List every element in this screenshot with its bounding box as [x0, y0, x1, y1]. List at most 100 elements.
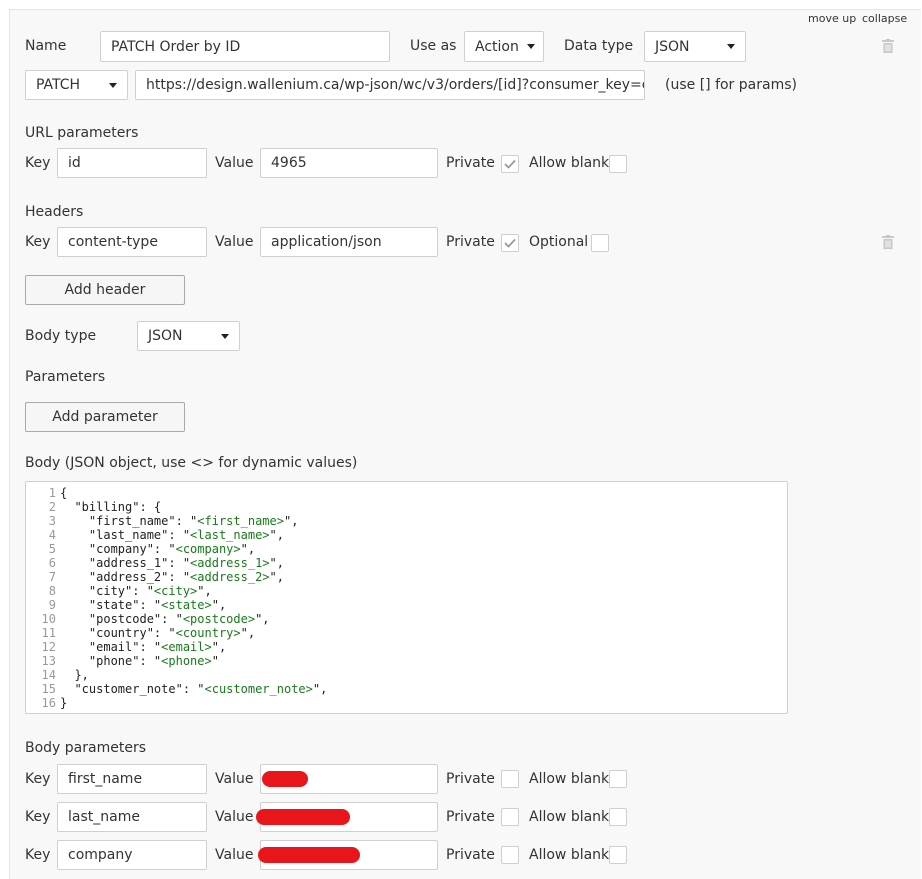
body-type-dropdown[interactable]: JSON: [137, 321, 240, 351]
url-param-key-input[interactable]: id: [57, 148, 207, 178]
body-param-private-checkbox[interactable]: [501, 846, 519, 864]
collapse-link[interactable]: collapse: [862, 12, 907, 25]
body-param-allow-blank-label: Allow blank: [529, 771, 610, 787]
body-param-private-label: Private: [446, 771, 495, 787]
body-param-value-label: Value: [215, 847, 254, 863]
line-number: 16: [41, 696, 56, 710]
body-param-private-checkbox[interactable]: [501, 808, 519, 826]
line-number: 8: [48, 584, 56, 598]
code-line: "email": "<email>",: [60, 640, 227, 654]
url-param-value-input[interactable]: 4965: [260, 148, 438, 178]
redacted-value: [256, 809, 350, 825]
chevron-down-icon: [221, 333, 229, 339]
body-param-allow-blank-checkbox[interactable]: [609, 808, 627, 826]
header-private-checkbox[interactable]: [501, 234, 519, 252]
body-param-key-input[interactable]: first_name: [57, 764, 207, 794]
code-line: {: [60, 486, 68, 500]
url-param-value-label: Value: [215, 155, 254, 171]
checkmark-icon: [504, 159, 516, 169]
body-param-key-label: Key: [25, 809, 51, 825]
header-value-label: Value: [215, 234, 254, 250]
body-type-value: JSON: [148, 328, 183, 344]
body-param-allow-blank-label: Allow blank: [529, 809, 610, 825]
use-as-dropdown[interactable]: Action: [464, 31, 544, 62]
body-param-value-label: Value: [215, 809, 254, 825]
line-number: 6: [48, 556, 56, 570]
code-line: "company": "<company>",: [60, 542, 256, 556]
line-number: 11: [41, 626, 56, 640]
redacted-value: [262, 771, 308, 787]
code-line: "city": "<city>",: [60, 584, 212, 598]
headers-title: Headers: [25, 204, 84, 220]
header-key-label: Key: [25, 234, 51, 250]
line-number: 13: [41, 654, 56, 668]
body-param-allow-blank-label: Allow blank: [529, 847, 610, 863]
body-code-editor[interactable]: 1 2 3 4 5 6 7 8 9 10 11 12 13 14 15 16 { "billing": { "…: [25, 481, 788, 714]
body-param-allow-blank-checkbox[interactable]: [609, 770, 627, 788]
code-line: "state": "<state>",: [60, 598, 227, 612]
name-label: Name: [25, 38, 67, 54]
add-parameter-button[interactable]: Add parameter: [25, 402, 185, 432]
header-value-input[interactable]: application/json: [260, 227, 438, 257]
move-up-link[interactable]: move up: [808, 12, 856, 25]
line-number: 12: [41, 640, 56, 654]
url-param-allow-blank-label: Allow blank: [529, 155, 610, 171]
use-as-label: Use as: [410, 38, 457, 54]
body-param-private-checkbox[interactable]: [501, 770, 519, 788]
chevron-down-icon: [109, 82, 117, 88]
line-number: 9: [48, 598, 56, 612]
code-line: "last_name": "<last_name>",: [60, 528, 284, 542]
url-param-allow-blank-checkbox[interactable]: [609, 155, 627, 173]
body-param-allow-blank-checkbox[interactable]: [609, 846, 627, 864]
header-optional-label: Optional: [529, 234, 589, 250]
code-lines[interactable]: { "billing": { "first_name": "<first_nam…: [60, 482, 327, 710]
url-parameters-title: URL parameters: [25, 125, 139, 141]
body-type-label: Body type: [25, 328, 97, 344]
body-param-key-label: Key: [25, 771, 51, 787]
code-line: "first_name": "<first_name>",: [60, 514, 299, 528]
line-number: 15: [41, 682, 56, 696]
body-param-key-input[interactable]: last_name: [57, 802, 207, 832]
use-as-value: Action: [475, 38, 519, 55]
url-input[interactable]: https://design.wallenium.ca/wp-json/wc/v…: [135, 70, 645, 100]
body-param-key-label: Key: [25, 847, 51, 863]
body-parameters-title: Body parameters: [25, 740, 146, 756]
header-optional-checkbox[interactable]: [591, 234, 609, 252]
url-param-private-checkbox[interactable]: [501, 155, 519, 173]
code-line: "postcode": "<postcode>",: [60, 612, 270, 626]
line-number: 2: [48, 500, 56, 514]
parameters-title: Parameters: [25, 369, 106, 385]
line-number: 1: [48, 486, 56, 500]
line-number: 10: [41, 612, 56, 626]
name-input[interactable]: PATCH Order by ID: [100, 31, 390, 62]
url-param-private-label: Private: [446, 155, 495, 171]
code-line: },: [60, 668, 89, 682]
code-line: "country": "<country>",: [60, 626, 256, 640]
body-param-private-label: Private: [446, 809, 495, 825]
code-line: "billing": {: [60, 500, 162, 514]
data-type-dropdown[interactable]: JSON: [644, 31, 746, 62]
line-number: 14: [41, 668, 56, 682]
line-number: 5: [48, 542, 56, 556]
line-number-gutter: 1 2 3 4 5 6 7 8 9 10 11 12 13 14 15 16: [26, 482, 56, 710]
line-number: 7: [48, 570, 56, 584]
add-header-button[interactable]: Add header: [25, 275, 185, 305]
trash-icon[interactable]: [882, 235, 894, 249]
url-hint: (use [] for params): [665, 77, 797, 93]
method-value: PATCH: [36, 77, 81, 93]
checkmark-icon: [504, 238, 516, 248]
chevron-down-icon: [727, 44, 735, 49]
line-number: 3: [48, 514, 56, 528]
url-param-key-label: Key: [25, 155, 51, 171]
body-param-private-label: Private: [446, 847, 495, 863]
code-line: "address_2": "<address_2>",: [60, 570, 284, 584]
code-line: "phone": "<phone>": [60, 654, 219, 668]
body-title: Body (JSON object, use <> for dynamic va…: [25, 455, 358, 471]
header-key-input[interactable]: content-type: [57, 227, 207, 257]
redacted-value: [258, 847, 360, 863]
body-param-key-input[interactable]: company: [57, 840, 207, 870]
method-dropdown[interactable]: PATCH: [25, 70, 128, 100]
trash-icon[interactable]: [882, 39, 894, 53]
body-param-value-label: Value: [215, 771, 254, 787]
data-type-value: JSON: [655, 38, 690, 55]
